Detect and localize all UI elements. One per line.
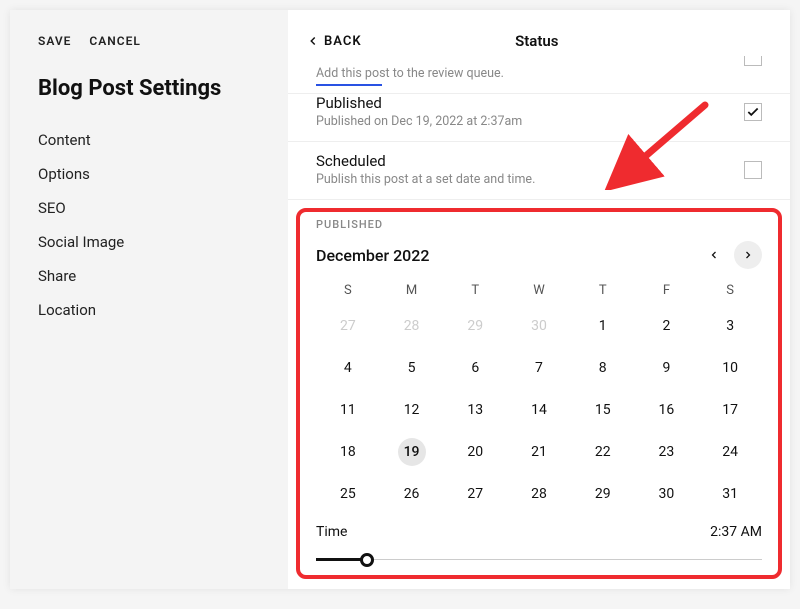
calendar-day[interactable]: 10 bbox=[716, 354, 744, 382]
time-value[interactable]: 2:37 AM bbox=[710, 524, 762, 540]
calendar-day[interactable]: 28 bbox=[398, 312, 426, 340]
calendar-dow: F bbox=[635, 283, 699, 298]
calendar-day[interactable]: 5 bbox=[398, 354, 426, 382]
slider-knob[interactable] bbox=[360, 553, 374, 567]
status-row-scheduled[interactable]: Scheduled Publish this post at a set dat… bbox=[288, 142, 790, 200]
calendar-day[interactable]: 16 bbox=[652, 396, 680, 424]
calendar-dow: S bbox=[698, 283, 762, 298]
scheduled-checkbox[interactable] bbox=[744, 161, 762, 179]
calendar-header: December 2022 bbox=[316, 241, 762, 269]
chevron-right-icon bbox=[742, 249, 754, 261]
calendar-day[interactable]: 4 bbox=[334, 354, 362, 382]
check-icon bbox=[746, 105, 760, 119]
calendar-day[interactable]: 12 bbox=[398, 396, 426, 424]
cancel-button[interactable]: CANCEL bbox=[89, 34, 140, 48]
published-subtitle: Published on Dec 19, 2022 at 2:37am bbox=[316, 114, 744, 129]
calendar-section: PUBLISHED December 2022 SMTWTFS272829301… bbox=[288, 200, 790, 580]
calendar-dow: T bbox=[571, 283, 635, 298]
calendar-day[interactable]: 6 bbox=[461, 354, 489, 382]
calendar-day[interactable]: 9 bbox=[652, 354, 680, 382]
calendar-day[interactable]: 14 bbox=[525, 396, 553, 424]
calendar-dow: T bbox=[443, 283, 507, 298]
sidebar-nav: Content Options SEO Social Image Share L… bbox=[38, 131, 260, 319]
calendar-day[interactable]: 22 bbox=[589, 438, 617, 466]
calendar-day[interactable]: 29 bbox=[461, 312, 489, 340]
calendar-day[interactable]: 25 bbox=[334, 480, 362, 508]
calendar-day[interactable]: 31 bbox=[716, 480, 744, 508]
calendar-dow: S bbox=[316, 283, 380, 298]
time-row: Time 2:37 AM bbox=[316, 524, 762, 540]
published-checkbox[interactable] bbox=[744, 103, 762, 121]
slider-track bbox=[316, 559, 762, 560]
save-button[interactable]: SAVE bbox=[38, 34, 71, 48]
chevron-left-icon bbox=[708, 249, 720, 261]
calendar-day[interactable]: 24 bbox=[716, 438, 744, 466]
review-subtitle: Add this post to the review queue. bbox=[316, 66, 744, 81]
calendar-day[interactable]: 21 bbox=[525, 438, 553, 466]
calendar-day[interactable]: 11 bbox=[334, 396, 362, 424]
calendar-day[interactable]: 27 bbox=[334, 312, 362, 340]
published-title: Published bbox=[316, 94, 744, 112]
calendar-next-button[interactable] bbox=[734, 241, 762, 269]
calendar-day[interactable]: 20 bbox=[461, 438, 489, 466]
scheduled-title: Scheduled bbox=[316, 152, 744, 170]
time-slider[interactable] bbox=[316, 550, 762, 570]
calendar-day[interactable]: 13 bbox=[461, 396, 489, 424]
sidebar-item-seo[interactable]: SEO bbox=[38, 199, 260, 217]
calendar-day[interactable]: 30 bbox=[652, 480, 680, 508]
sidebar-item-location[interactable]: Location bbox=[38, 301, 260, 319]
calendar-grid: SMTWTFS272829301234567891011121314151617… bbox=[316, 283, 762, 508]
status-row-published[interactable]: Published Published on Dec 19, 2022 at 2… bbox=[288, 84, 790, 142]
calendar-day[interactable]: 19 bbox=[398, 438, 426, 466]
sidebar-item-share[interactable]: Share bbox=[38, 267, 260, 285]
calendar-day[interactable]: 2 bbox=[652, 312, 680, 340]
calendar-day[interactable]: 3 bbox=[716, 312, 744, 340]
panel-title: Status bbox=[312, 32, 762, 50]
calendar-month: December 2022 bbox=[316, 246, 429, 265]
calendar-day[interactable]: 27 bbox=[461, 480, 489, 508]
calendar-day[interactable]: 17 bbox=[716, 396, 744, 424]
sidebar-item-options[interactable]: Options bbox=[38, 165, 260, 183]
sidebar-item-content[interactable]: Content bbox=[38, 131, 260, 149]
calendar-day[interactable]: 7 bbox=[525, 354, 553, 382]
panel-header: BACK Status bbox=[288, 10, 790, 62]
calendar-day[interactable]: 18 bbox=[334, 438, 362, 466]
sidebar-title: Blog Post Settings bbox=[38, 76, 260, 101]
calendar-prev-button[interactable] bbox=[700, 241, 728, 269]
review-checkbox[interactable] bbox=[744, 56, 762, 66]
calendar-day[interactable]: 15 bbox=[589, 396, 617, 424]
calendar-day[interactable]: 30 bbox=[525, 312, 553, 340]
scheduled-subtitle: Publish this post at a set date and time… bbox=[316, 172, 744, 187]
sidebar-item-social-image[interactable]: Social Image bbox=[38, 233, 260, 251]
time-label: Time bbox=[316, 524, 347, 540]
calendar-label: PUBLISHED bbox=[316, 218, 762, 231]
status-panel: BACK Status Add this post to the review … bbox=[288, 10, 790, 589]
calendar-nav bbox=[700, 241, 762, 269]
calendar-day[interactable]: 1 bbox=[589, 312, 617, 340]
calendar-day[interactable]: 23 bbox=[652, 438, 680, 466]
sidebar-actions: SAVE CANCEL bbox=[38, 34, 260, 48]
calendar-day[interactable]: 29 bbox=[589, 480, 617, 508]
calendar-dow: M bbox=[380, 283, 444, 298]
calendar-day[interactable]: 8 bbox=[589, 354, 617, 382]
slider-fill bbox=[316, 558, 366, 561]
calendar-dow: W bbox=[507, 283, 571, 298]
settings-sidebar: SAVE CANCEL Blog Post Settings Content O… bbox=[10, 10, 288, 589]
calendar-day[interactable]: 28 bbox=[525, 480, 553, 508]
calendar-day[interactable]: 26 bbox=[398, 480, 426, 508]
app-window: SAVE CANCEL Blog Post Settings Content O… bbox=[10, 10, 790, 589]
